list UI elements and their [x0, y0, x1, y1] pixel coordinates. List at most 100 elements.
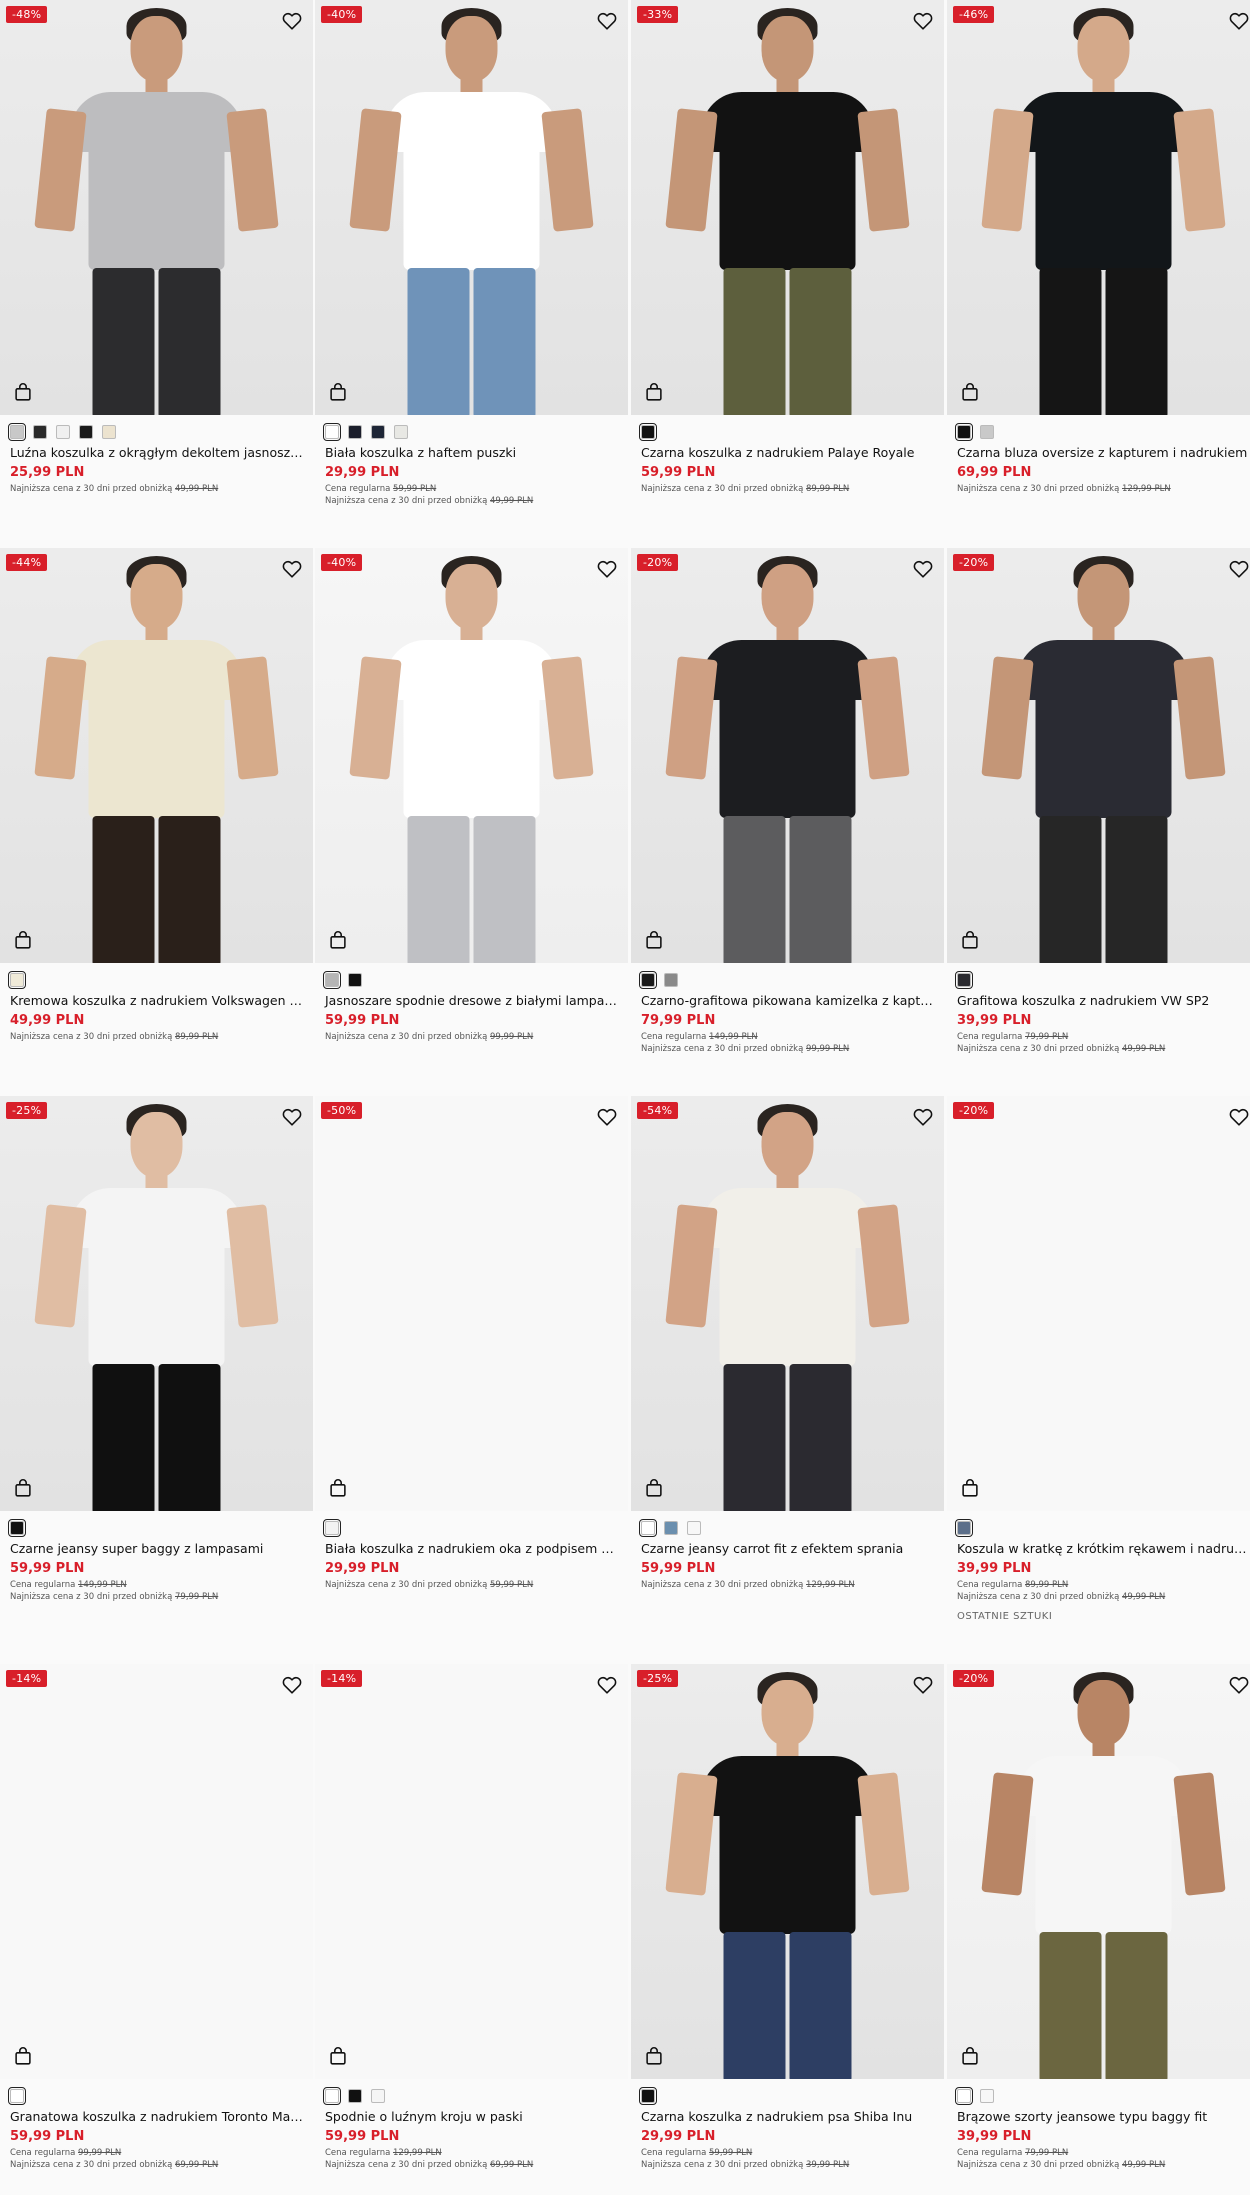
color-swatch[interactable]: [33, 425, 47, 439]
shopping-bag-icon[interactable]: [643, 2045, 665, 2067]
product-card[interactable]: -20% Grafitowa koszulka z nadrukiem VW SP…: [947, 548, 1250, 1055]
shopping-bag-icon[interactable]: [959, 1477, 981, 1499]
product-title[interactable]: Luźna koszulka z okrągłym dekoltem jasno…: [0, 439, 303, 460]
product-title[interactable]: Czarna koszulka z nadrukiem psa Shiba In…: [631, 2103, 934, 2124]
shopping-bag-icon[interactable]: [643, 1477, 665, 1499]
product-title[interactable]: Czarne jeansy carrot fit z efektem spran…: [631, 1535, 934, 1556]
product-title[interactable]: Jasnoszare spodnie dresowe z białymi lam…: [315, 987, 618, 1008]
heart-icon[interactable]: [281, 1106, 303, 1128]
heart-icon[interactable]: [1228, 558, 1250, 580]
color-swatch[interactable]: [639, 423, 657, 441]
product-card[interactable]: -50% Biała koszulka z nadrukiem oka z pod…: [315, 1096, 628, 1591]
heart-icon[interactable]: [912, 1674, 934, 1696]
color-swatch[interactable]: [323, 1519, 341, 1537]
shopping-bag-icon[interactable]: [12, 2045, 34, 2067]
product-card[interactable]: -25% Czarna koszulka z nadrukiem psa Shib…: [631, 1664, 944, 2171]
shopping-bag-icon[interactable]: [327, 1477, 349, 1499]
heart-icon[interactable]: [281, 558, 303, 580]
shopping-bag-icon[interactable]: [327, 2045, 349, 2067]
heart-icon[interactable]: [596, 1106, 618, 1128]
color-swatch[interactable]: [56, 425, 70, 439]
product-card[interactable]: -48% Luźna koszulka z okrągłym dekoltem j…: [0, 0, 313, 495]
color-swatch[interactable]: [955, 423, 973, 441]
color-swatch[interactable]: [8, 423, 26, 441]
shopping-bag-icon[interactable]: [959, 381, 981, 403]
product-title[interactable]: Biała koszulka z haftem puszki: [315, 439, 618, 460]
product-image[interactable]: -48%: [0, 0, 313, 415]
product-card[interactable]: -14% Granatowa koszulka z nadrukiem Toron…: [0, 1664, 313, 2171]
color-swatch[interactable]: [79, 425, 93, 439]
heart-icon[interactable]: [1228, 1106, 1250, 1128]
product-image[interactable]: -25%: [631, 1664, 944, 2079]
color-swatch[interactable]: [664, 973, 678, 987]
color-swatch[interactable]: [980, 2089, 994, 2103]
heart-icon[interactable]: [596, 1674, 618, 1696]
color-swatch[interactable]: [955, 2087, 973, 2105]
color-swatch[interactable]: [980, 425, 994, 439]
color-swatch[interactable]: [8, 2087, 26, 2105]
heart-icon[interactable]: [912, 10, 934, 32]
product-title[interactable]: Grafitowa koszulka z nadrukiem VW SP2: [947, 987, 1250, 1008]
shopping-bag-icon[interactable]: [12, 1477, 34, 1499]
product-image[interactable]: -20%: [631, 548, 944, 963]
product-card[interactable]: -25% Czarne jeansy super baggy z lampasam…: [0, 1096, 313, 1603]
product-image[interactable]: -50%: [315, 1096, 628, 1511]
product-card[interactable]: -40% Biała koszulka z haftem puszki 29,99 …: [315, 0, 628, 507]
heart-icon[interactable]: [596, 10, 618, 32]
product-card[interactable]: -20% Koszula w kratkę z krótkim rękawem i…: [947, 1096, 1250, 1622]
product-title[interactable]: Brązowe szorty jeansowe typu baggy fit: [947, 2103, 1250, 2124]
color-swatch[interactable]: [348, 425, 362, 439]
product-title[interactable]: Koszula w kratkę z krótkim rękawem i nad…: [947, 1535, 1250, 1556]
heart-icon[interactable]: [912, 1106, 934, 1128]
product-card[interactable]: -54% Czarne jeansy carrot fit z efektem s…: [631, 1096, 944, 1591]
product-card[interactable]: -40% Jasnoszare spodnie dresowe z białymi…: [315, 548, 628, 1043]
product-image[interactable]: -25%: [0, 1096, 313, 1511]
color-swatch[interactable]: [8, 1519, 26, 1537]
product-title[interactable]: Kremowa koszulka z nadrukiem Volkswagen …: [0, 987, 303, 1008]
heart-icon[interactable]: [596, 558, 618, 580]
color-swatch[interactable]: [348, 973, 362, 987]
shopping-bag-icon[interactable]: [327, 381, 349, 403]
product-title[interactable]: Spodnie o luźnym kroju w paski: [315, 2103, 618, 2124]
product-card[interactable]: -20% Brązowe szorty jeansowe typu baggy f…: [947, 1664, 1250, 2171]
color-swatch[interactable]: [323, 971, 341, 989]
heart-icon[interactable]: [1228, 10, 1250, 32]
color-swatch[interactable]: [371, 425, 385, 439]
color-swatch[interactable]: [664, 1521, 678, 1535]
color-swatch[interactable]: [371, 2089, 385, 2103]
product-title[interactable]: Czarne jeansy super baggy z lampasami: [0, 1535, 303, 1556]
product-card[interactable]: -46% Czarna bluza oversize z kapturem i n…: [947, 0, 1250, 495]
color-swatch[interactable]: [8, 971, 26, 989]
shopping-bag-icon[interactable]: [643, 929, 665, 951]
product-image[interactable]: -54%: [631, 1096, 944, 1511]
product-title[interactable]: Czarna bluza oversize z kapturem i nadru…: [947, 439, 1250, 460]
product-image[interactable]: -40%: [315, 548, 628, 963]
product-image[interactable]: -44%: [0, 548, 313, 963]
shopping-bag-icon[interactable]: [12, 381, 34, 403]
heart-icon[interactable]: [1228, 1674, 1250, 1696]
color-swatch[interactable]: [323, 2087, 341, 2105]
product-card[interactable]: -33% Czarna koszulka z nadrukiem Palaye R…: [631, 0, 944, 495]
heart-icon[interactable]: [281, 10, 303, 32]
color-swatch[interactable]: [955, 1519, 973, 1537]
product-card[interactable]: -44% Kremowa koszulka z nadrukiem Volkswa…: [0, 548, 313, 1043]
shopping-bag-icon[interactable]: [959, 929, 981, 951]
color-swatch[interactable]: [639, 1519, 657, 1537]
color-swatch[interactable]: [323, 423, 341, 441]
color-swatch[interactable]: [687, 1521, 701, 1535]
shopping-bag-icon[interactable]: [959, 2045, 981, 2067]
heart-icon[interactable]: [281, 1674, 303, 1696]
product-title[interactable]: Biała koszulka z nadrukiem oka z podpise…: [315, 1535, 618, 1556]
shopping-bag-icon[interactable]: [643, 381, 665, 403]
product-image[interactable]: -14%: [0, 1664, 313, 2079]
color-swatch[interactable]: [394, 425, 408, 439]
shopping-bag-icon[interactable]: [12, 929, 34, 951]
color-swatch[interactable]: [639, 971, 657, 989]
product-title[interactable]: Czarna koszulka z nadrukiem Palaye Royal…: [631, 439, 934, 460]
product-image[interactable]: -46%: [947, 0, 1250, 415]
heart-icon[interactable]: [912, 558, 934, 580]
product-card[interactable]: -20% Czarno-grafitowa pikowana kamizelka …: [631, 548, 944, 1055]
product-image[interactable]: -33%: [631, 0, 944, 415]
product-card[interactable]: -14% Spodnie o luźnym kroju w paski 59,99 …: [315, 1664, 628, 2171]
color-swatch[interactable]: [102, 425, 116, 439]
